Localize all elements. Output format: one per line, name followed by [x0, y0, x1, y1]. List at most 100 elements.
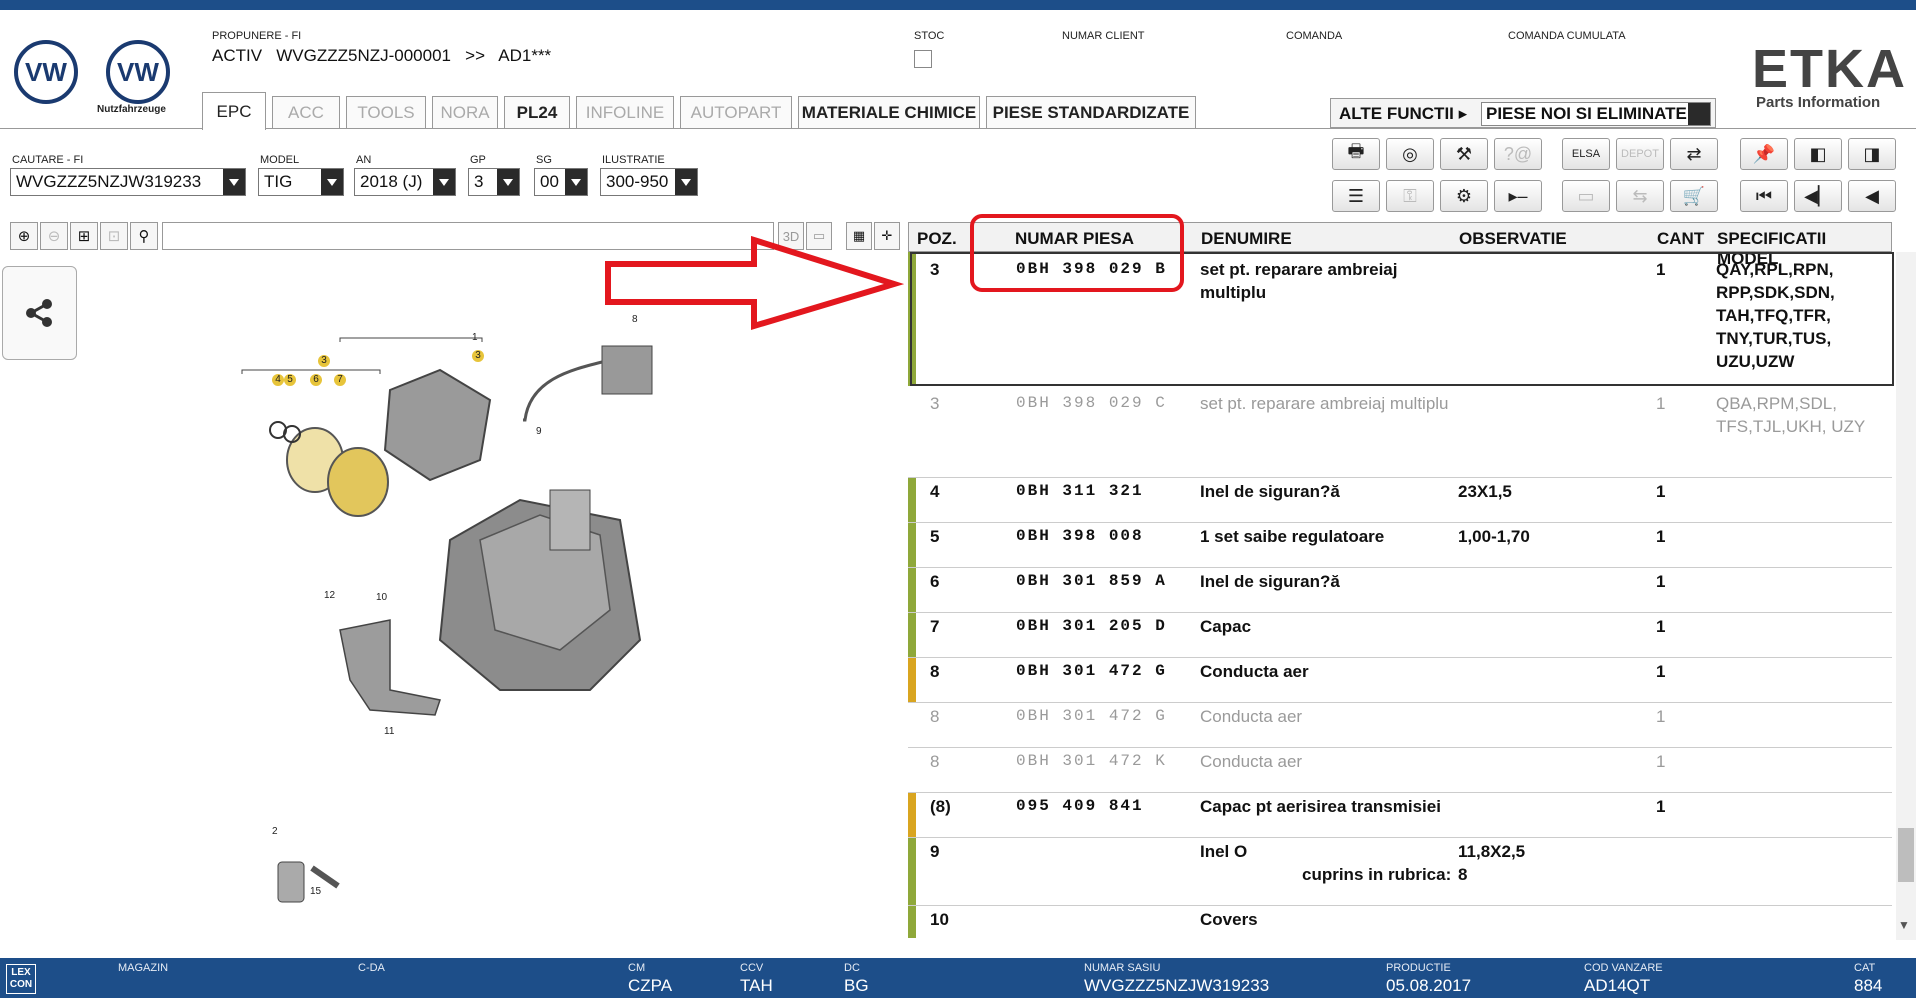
cell-cant: 1 [1656, 482, 1666, 501]
cell-numar: 0BH 301 472 G [1016, 707, 1167, 725]
cart-transfer-icon[interactable]: ⇄ [1670, 138, 1718, 170]
table-row[interactable]: 10 Covers [908, 906, 1892, 938]
col-poz[interactable]: POZ. [917, 229, 957, 249]
an-select[interactable]: 2018 (J) [354, 168, 456, 196]
cod-vanzare-value: AD14QT [1584, 976, 1651, 995]
callout-4[interactable]: 4 [272, 374, 284, 386]
zoom-reset-icon[interactable]: ⊡ [100, 222, 128, 250]
annotation-arrow-icon [605, 236, 904, 331]
zoom-fit-icon[interactable]: ⊞ [70, 222, 98, 250]
model-select[interactable]: TIG [258, 168, 344, 196]
key-icon[interactable]: ⚿ [1386, 180, 1434, 212]
table-row[interactable]: 8 0BH 301 472 G Conducta aer 1 [908, 703, 1892, 748]
stoc-checkbox[interactable] [914, 50, 932, 68]
compare-icon[interactable]: ▭ [1562, 180, 1610, 212]
cell-denumire: 1 set saibe regulatoare [1200, 527, 1385, 546]
help-icon[interactable]: ?@ [1494, 138, 1542, 170]
tab-acc[interactable]: ACC [272, 96, 340, 128]
list-icon[interactable]: ☰ [1332, 180, 1380, 212]
callout-10[interactable]: 10 [376, 592, 387, 603]
table-row[interactable]: 6 0BH 301 859 A Inel de siguran?ă 1 [908, 568, 1892, 613]
cm-label: CM [628, 962, 646, 974]
table-row[interactable]: 8 0BH 301 472 G Conducta aer 1 [908, 658, 1892, 703]
table-row[interactable]: 7 0BH 301 205 D Capac 1 [908, 613, 1892, 658]
table-row[interactable]: 8 0BH 301 472 K Conducta aer 1 [908, 748, 1892, 793]
status-bar: MAGAZIN C-DA CM CZPA CCV TAH DC BG NUMAR… [0, 958, 1916, 998]
cart-icon[interactable]: 🛒 [1670, 180, 1718, 212]
sensor-block [601, 345, 653, 395]
numar-sasiu-label: NUMAR SASIU [1084, 962, 1161, 974]
share-button[interactable] [2, 266, 77, 360]
engine-icon[interactable]: ⚙ [1440, 180, 1488, 212]
callout-3-left[interactable]: 3 [318, 355, 330, 367]
service-icon[interactable]: ◎ [1386, 138, 1434, 170]
cell-observatie: 1,00-1,70 [1458, 527, 1530, 546]
callout-3-top[interactable]: 3 [472, 350, 484, 362]
magnifier-icon[interactable]: ⚲ [130, 222, 158, 250]
ilustratie-select[interactable]: 300-950 [600, 168, 698, 196]
tab-pl24[interactable]: PL24 [504, 96, 570, 128]
callout-15[interactable]: 15 [310, 886, 321, 897]
tools-icon[interactable]: ⚒ [1440, 138, 1488, 170]
gearbox-top-module [549, 489, 591, 551]
cautare-select[interactable]: WVGZZZ5NZJW319233 [10, 168, 246, 196]
cover-plate [339, 619, 441, 716]
zoom-out-icon[interactable]: ⊖ [40, 222, 68, 250]
page-back-icon[interactable]: ◧ [1794, 138, 1842, 170]
sg-select[interactable]: 00 [534, 168, 588, 196]
alte-functii-button[interactable]: ALTE FUNCTII ▸ [1339, 104, 1467, 124]
tab-materiale-chimice[interactable]: MATERIALE CHIMICE [798, 96, 980, 128]
sensor-cable [523, 360, 603, 422]
back-icon[interactable]: ◀ [1848, 180, 1896, 212]
previous-icon[interactable]: ◀▏ [1794, 180, 1842, 212]
callout-11[interactable]: 11 [384, 726, 394, 737]
tab-tools[interactable]: TOOLS [346, 96, 426, 128]
tab-nora[interactable]: NORA [432, 96, 498, 128]
elsa-icon[interactable]: ELSA [1562, 138, 1610, 170]
play-minus-icon[interactable]: ▸– [1494, 180, 1542, 212]
tab-piese-standardizate[interactable]: PIESE STANDARDIZATE [986, 96, 1196, 128]
table-row[interactable]: (8) 095 409 841 Capac pt aerisirea trans… [908, 793, 1892, 838]
callout-7[interactable]: 7 [334, 374, 346, 386]
table-row[interactable]: 3 0BH 398 029 C set pt. reparare ambreia… [908, 388, 1892, 478]
cell-cant: 1 [1656, 572, 1666, 591]
col-cant[interactable]: CANT [1657, 229, 1704, 249]
zoom-in-icon[interactable]: ⊕ [10, 222, 38, 250]
cell-poz: 6 [930, 572, 940, 591]
print-icon[interactable]: 🖶 [1332, 138, 1380, 170]
callout-12[interactable]: 12 [324, 590, 335, 601]
depot-icon[interactable]: DEPOT [1616, 138, 1664, 170]
ilustratie-value: 300-950 [606, 172, 669, 191]
pin-icon[interactable]: 📌 [1740, 138, 1788, 170]
table-scrollbar-thumb[interactable] [1898, 828, 1914, 882]
scroll-down-icon[interactable]: ▼ [1898, 918, 1910, 932]
callout-1[interactable]: 1 [472, 332, 478, 343]
first-icon[interactable]: ⏮ [1740, 180, 1788, 212]
activ-line: ACTIV WVGZZZ5NZJ-000001 >> AD1*** [212, 46, 552, 65]
row-status-bar [908, 478, 916, 522]
vw-nutzfahrzeuge-logo-icon: VW [106, 40, 170, 104]
callout-2[interactable]: 2 [272, 826, 278, 837]
callout-6[interactable]: 6 [310, 374, 322, 386]
tab-epc[interactable]: EPC [202, 92, 266, 130]
table-row[interactable]: 9 Inel O 11,8X2,5 cuprins in rubrica: 8 [908, 838, 1892, 906]
row-status-bar [908, 613, 916, 657]
table-row[interactable]: 5 0BH 398 008 1 set saibe regulatoare 1,… [908, 523, 1892, 568]
callout-5[interactable]: 5 [284, 374, 296, 386]
cell-numar: 0BH 311 321 [1016, 482, 1144, 500]
cell-poz: 9 [930, 842, 940, 861]
tab-autopart[interactable]: AUTOPART [680, 96, 792, 128]
exchange-icon[interactable]: ⇆ [1616, 180, 1664, 212]
gp-select[interactable]: 3 [468, 168, 520, 196]
chevron-down-icon [433, 169, 455, 195]
callout-9[interactable]: 9 [536, 426, 542, 437]
page-forward-icon[interactable]: ◨ [1848, 138, 1896, 170]
alte-functii-select[interactable]: PIESE NOI SI ELIMINATE [1481, 102, 1711, 126]
cell-cant: 1 [1656, 394, 1666, 413]
table-row[interactable]: 4 0BH 311 321 Inel de siguran?ă 23X1,5 1 [908, 478, 1892, 523]
nutzfahrzeuge-label: Nutzfahrzeuge [97, 104, 166, 115]
vw-logo-icon: VW [14, 40, 78, 104]
col-denumire[interactable]: DENUMIRE [1201, 229, 1292, 249]
tab-infoline[interactable]: INFOLINE [576, 96, 674, 128]
col-observatie[interactable]: OBSERVATIE [1459, 229, 1567, 249]
